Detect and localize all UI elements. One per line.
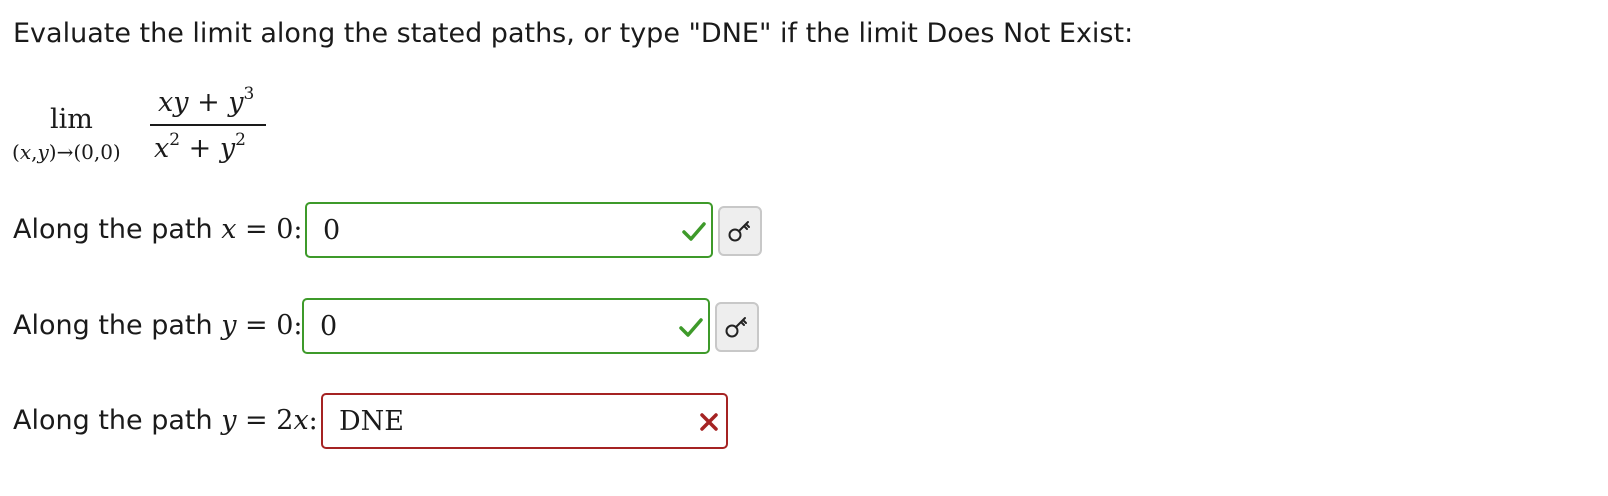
fraction-bar	[150, 124, 266, 126]
path-label-prefix: Along the path	[13, 214, 213, 245]
lim-subscript: (x,y)→(0,0)	[12, 140, 121, 164]
path-label: Along the path x = 0:	[13, 214, 303, 245]
lim-operator: lim	[50, 104, 93, 135]
check-icon	[679, 318, 703, 337]
answer-box	[321, 393, 728, 449]
key-button[interactable]	[715, 302, 759, 352]
fraction-denominator: x2 + y2	[154, 130, 246, 164]
answer-input-y-equals-0[interactable]	[304, 300, 660, 352]
path-label-prefix: Along the path	[13, 310, 213, 341]
question-prompt: Evaluate the limit along the stated path…	[13, 18, 1134, 49]
path-label-prefix: Along the path	[13, 405, 213, 436]
answer-input-y-equals-2x[interactable]	[323, 395, 679, 447]
answer-box	[302, 298, 710, 354]
answer-input-x-equals-0[interactable]	[307, 204, 663, 256]
key-icon	[728, 221, 750, 242]
key-icon	[725, 317, 747, 338]
fraction-numerator: xy + y3	[158, 84, 255, 118]
check-icon	[682, 222, 706, 241]
key-button[interactable]	[718, 206, 762, 256]
limit-expression: lim (x,y)→(0,0) xy + y3 x2 + y2	[12, 78, 282, 178]
path-label: Along the path y = 2x:	[13, 405, 318, 436]
answer-box	[305, 202, 713, 258]
path-label: Along the path y = 0:	[13, 310, 303, 341]
x-icon	[700, 413, 718, 431]
